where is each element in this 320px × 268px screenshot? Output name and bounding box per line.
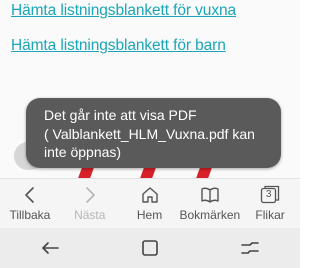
chevron-left-icon xyxy=(25,187,34,203)
tabs-icon: 3 xyxy=(260,185,280,205)
error-toast: Det går inte att visa PDF ( Valblankett_… xyxy=(26,98,281,168)
download-adult-form-link[interactable]: Hämta listningsblankett för vuxna xyxy=(11,2,236,20)
home-button[interactable]: Hem xyxy=(120,179,180,229)
forward-label: Nästa xyxy=(74,208,106,222)
home-icon xyxy=(141,187,158,203)
toast-message: ( Valblankett_HLM_Vuxna.pdf kan inte öpp… xyxy=(44,126,255,160)
home-square-icon[interactable] xyxy=(138,236,162,260)
browser-toolbar: Tillbaka Nästa Hem Bokmärken 3 Flikar xyxy=(0,178,300,229)
back-label: Tillbaka xyxy=(9,208,51,222)
back-button[interactable]: Tillbaka xyxy=(0,179,60,229)
toast-title: Det går inte att visa PDF xyxy=(44,107,197,123)
home-label: Hem xyxy=(136,208,163,222)
back-icon[interactable] xyxy=(38,236,62,260)
tabs-button[interactable]: 3 Flikar xyxy=(240,179,300,229)
tabs-label: Flikar xyxy=(255,208,285,222)
system-navigation-bar xyxy=(0,228,300,268)
tab-count: 3 xyxy=(265,189,272,200)
forward-button[interactable]: Nästa xyxy=(60,179,120,229)
recents-icon[interactable] xyxy=(238,236,262,260)
chevron-right-icon xyxy=(85,187,95,203)
bookmarks-label: Bokmärken xyxy=(179,208,241,222)
bookmarks-button[interactable]: Bokmärken xyxy=(179,179,240,229)
download-children-form-link[interactable]: Hämta listningsblankett för barn xyxy=(11,37,226,55)
bookmark-book-icon xyxy=(201,187,219,203)
